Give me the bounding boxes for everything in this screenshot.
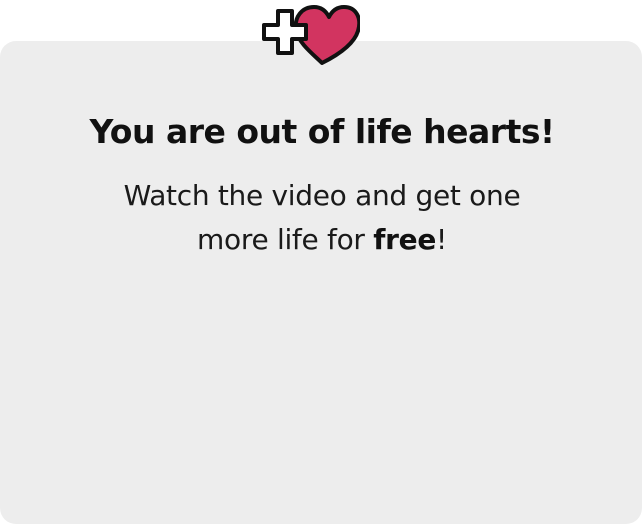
- message-punctuation: !: [436, 223, 447, 256]
- dialog-title: You are out of life hearts!: [89, 112, 555, 151]
- plus-heart-icon: [262, 5, 360, 65]
- out-of-lives-screen: You are out of life hearts! Watch the vi…: [0, 0, 644, 524]
- dialog-message: Watch the video and get one more life fo…: [0, 174, 644, 262]
- message-line-2: more life for free!: [0, 218, 644, 262]
- message-line-1: Watch the video and get one: [123, 179, 521, 212]
- free-emphasis: free: [373, 223, 437, 256]
- message-text: more life for: [197, 223, 374, 256]
